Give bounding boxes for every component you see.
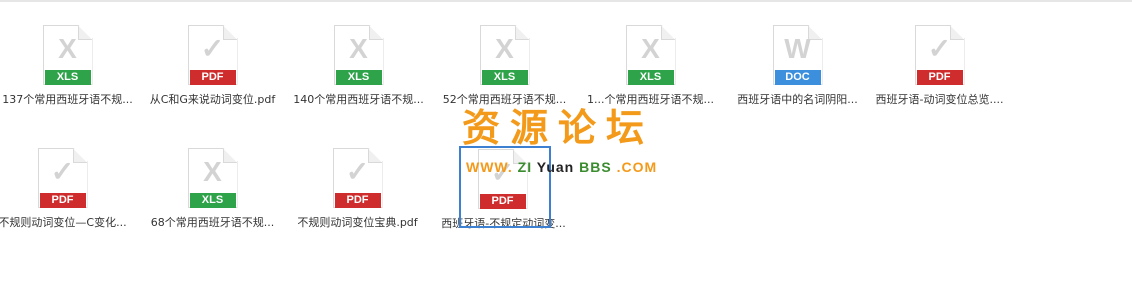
- file-type-badge: PDF: [916, 70, 963, 85]
- pdf-file-icon: ✓ PDF: [187, 25, 238, 85]
- file-name: 1...个常用西班牙语不规...: [587, 93, 714, 106]
- file-item[interactable]: ✓ PDF 从C和G来说动词变位.pdf: [140, 0, 285, 120]
- file-type-badge: XLS: [481, 70, 528, 85]
- file-type-glyph: X: [641, 33, 660, 64]
- file-name: 137个常用西班牙语不规...: [2, 93, 133, 106]
- excel-file-icon: X XLS: [479, 25, 530, 85]
- file-type-badge: XLS: [627, 70, 674, 85]
- file-name: 从C和G来说动词变位.pdf: [149, 93, 276, 106]
- file-item[interactable]: W DOC 西班牙语中的名词阴阳...: [725, 0, 870, 120]
- file-name: 52个常用西班牙语不规...: [442, 93, 567, 106]
- pdf-file-icon: ✓ PDF: [914, 25, 965, 85]
- file-item[interactable]: ✓ PDF 不规则动词变位—C变化...: [0, 123, 135, 243]
- file-type-glyph: ✓: [927, 33, 952, 64]
- file-type-glyph: X: [58, 33, 77, 64]
- file-name: 140个常用西班牙语不规...: [293, 93, 424, 106]
- file-type-glyph: X: [203, 156, 222, 187]
- file-type-glyph: X: [349, 33, 368, 64]
- watermark-com: .COM: [616, 159, 658, 175]
- excel-file-icon: X XLS: [187, 148, 238, 208]
- file-type-glyph: X: [495, 33, 514, 64]
- file-item[interactable]: X XLS 52个常用西班牙语不规...: [432, 0, 577, 120]
- word-file-icon: W DOC: [772, 25, 823, 85]
- excel-file-icon: X XLS: [42, 25, 93, 85]
- file-item[interactable]: X XLS 1...个常用西班牙语不规...: [578, 0, 723, 120]
- file-item[interactable]: ✓ PDF 西班牙语-动词变位总览....: [867, 0, 1012, 120]
- file-type-badge: XLS: [335, 70, 382, 85]
- file-type-badge: PDF: [334, 193, 381, 208]
- file-type-badge: PDF: [189, 70, 236, 85]
- file-type-glyph: ✓: [200, 33, 225, 64]
- file-type-badge: PDF: [39, 193, 86, 208]
- file-item[interactable]: X XLS 137个常用西班牙语不规...: [0, 0, 140, 120]
- file-type-glyph: W: [784, 33, 811, 64]
- pdf-file-icon: ✓ PDF: [332, 148, 383, 208]
- pdf-file-icon: ✓ PDF: [37, 148, 88, 208]
- file-item[interactable]: ✓ PDF 不规则动词变位宝典.pdf: [285, 123, 430, 243]
- file-type-glyph: ✓: [50, 156, 75, 187]
- watermark-bbs: BBS: [579, 159, 612, 175]
- file-type-badge: DOC: [774, 70, 821, 85]
- file-type-glyph: ✓: [345, 156, 370, 187]
- file-item[interactable]: X XLS 68个常用西班牙语不规...: [140, 123, 285, 243]
- file-name: 68个常用西班牙语不规...: [150, 216, 275, 229]
- file-type-badge: XLS: [189, 193, 236, 208]
- file-name: 西班牙语中的名词阴阳...: [737, 93, 858, 106]
- file-type-badge: XLS: [44, 70, 91, 85]
- file-item[interactable]: X XLS 140个常用西班牙语不规...: [286, 0, 431, 120]
- file-name: 西班牙语-动词变位总览....: [875, 93, 1004, 106]
- file-name: 不规则动词变位宝典.pdf: [297, 216, 418, 229]
- excel-file-icon: X XLS: [625, 25, 676, 85]
- file-name: 不规则动词变位—C变化...: [0, 216, 127, 229]
- excel-file-icon: X XLS: [333, 25, 384, 85]
- selection-highlight: [459, 146, 551, 228]
